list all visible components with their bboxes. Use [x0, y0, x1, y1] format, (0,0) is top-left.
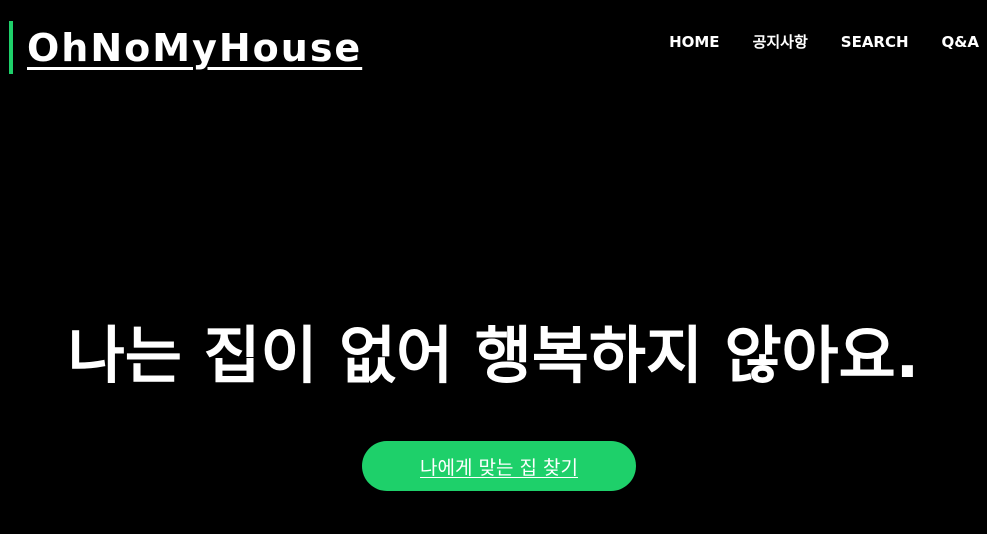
find-house-button-label: 나에게 맞는 집 찾기: [420, 456, 578, 479]
nav-item-qna[interactable]: Q&A: [942, 30, 979, 54]
logo-link[interactable]: OhNoMyHouse: [27, 24, 362, 72]
hero-title: 나는 집이 없어 행복하지 않아요.: [67, 319, 920, 392]
logo-accent-bar: [9, 21, 13, 74]
nav-item-search[interactable]: SEARCH: [841, 30, 909, 54]
page: OhNoMyHouse HOME 공지사항 SEARCH Q&A 나는 집이 없…: [0, 0, 987, 534]
find-house-button[interactable]: 나에게 맞는 집 찾기: [362, 441, 636, 491]
main-nav: HOME 공지사항 SEARCH Q&A: [636, 30, 979, 54]
header: OhNoMyHouse HOME 공지사항 SEARCH Q&A: [0, 0, 987, 90]
nav-item-home[interactable]: HOME: [669, 30, 719, 54]
nav-item-notice[interactable]: 공지사항: [753, 30, 808, 54]
